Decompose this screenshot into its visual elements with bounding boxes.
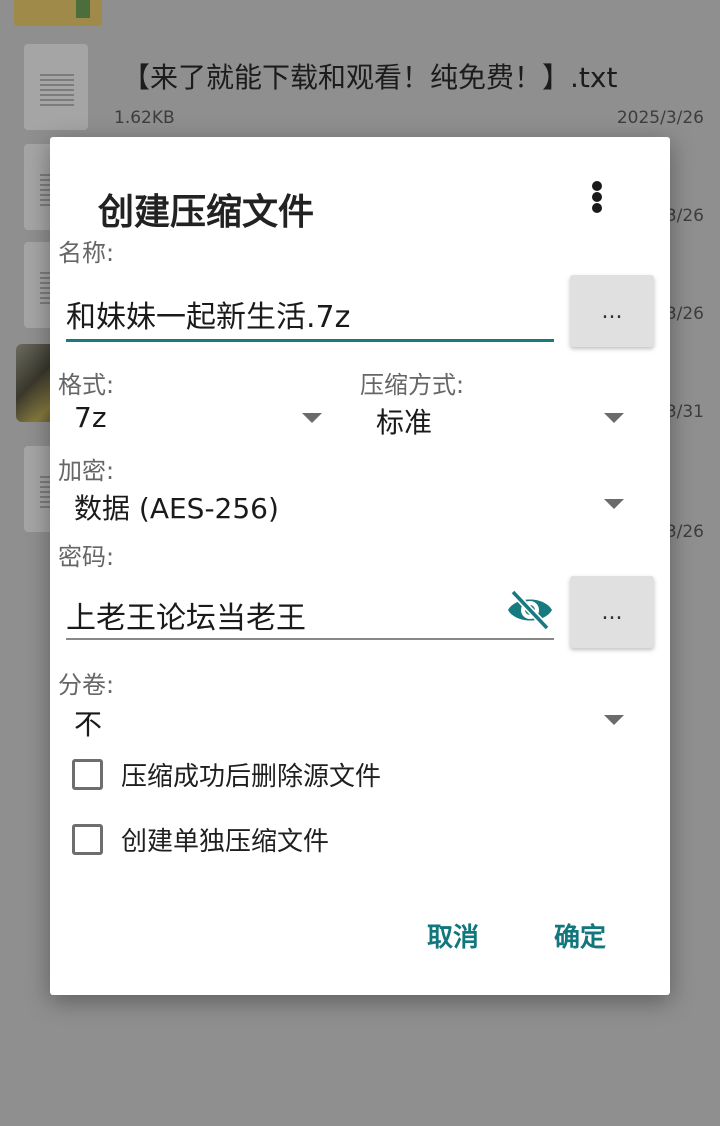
split-label: 分卷: bbox=[58, 671, 115, 699]
archive-name-input[interactable]: 和妹妹一起新生活.7z bbox=[66, 292, 350, 336]
format-label: 格式: bbox=[58, 371, 115, 399]
file-date-partial: 3/26 bbox=[665, 522, 704, 542]
password-input[interactable]: 上老王论坛当老王 bbox=[66, 593, 306, 637]
separate-archive-label: 创建单独压缩文件 bbox=[121, 826, 330, 857]
arrow-drop-down-icon bbox=[604, 715, 624, 725]
create-archive-dialog: 创建压缩文件 名称: 和妹妹一起新生活.7z ... 格式: 压缩方式: 7z … bbox=[50, 137, 670, 995]
format-value: 7z bbox=[74, 401, 107, 434]
arrow-drop-down-icon bbox=[302, 413, 322, 423]
method-value: 标准 bbox=[376, 406, 433, 439]
browse-name-button[interactable]: ... bbox=[570, 275, 654, 347]
confirm-button[interactable]: 确定 bbox=[554, 917, 606, 954]
separate-archive-checkbox[interactable] bbox=[72, 823, 103, 855]
arrow-drop-down-icon bbox=[604, 499, 624, 509]
password-label: 密码: bbox=[58, 543, 115, 571]
file-date-partial: 3/26 bbox=[665, 304, 704, 324]
password-options-button[interactable]: ... bbox=[570, 576, 654, 648]
delete-source-label: 压缩成功后删除源文件 bbox=[121, 761, 382, 792]
delete-source-checkbox[interactable] bbox=[72, 758, 103, 790]
separate-archive-checkbox-row[interactable]: 创建单独压缩文件 bbox=[72, 820, 329, 858]
cancel-button[interactable]: 取消 bbox=[427, 917, 479, 954]
file-date: 2025/3/26 bbox=[616, 108, 704, 128]
file-size: 1.62KB bbox=[114, 108, 175, 128]
split-value: 不 bbox=[74, 708, 103, 741]
folder-icon bbox=[14, 0, 102, 26]
arrow-drop-down-icon bbox=[604, 413, 624, 423]
file-name: 【来了就能下载和观看！纯免费！】.txt bbox=[122, 61, 618, 94]
dialog-title: 创建压缩文件 bbox=[98, 192, 315, 233]
visibility-off-icon[interactable] bbox=[506, 589, 554, 631]
encryption-label: 加密: bbox=[58, 457, 115, 485]
method-label: 压缩方式: bbox=[360, 371, 465, 399]
file-date-partial: 3/31 bbox=[665, 402, 704, 422]
encryption-value: 数据 (AES-256) bbox=[74, 492, 279, 525]
archive-name-underline bbox=[66, 339, 554, 342]
text-file-icon bbox=[24, 44, 88, 130]
more-vert-icon[interactable] bbox=[582, 177, 612, 217]
name-label: 名称: bbox=[58, 239, 115, 267]
delete-source-checkbox-row[interactable]: 压缩成功后删除源文件 bbox=[72, 755, 381, 793]
file-date-partial: 3/26 bbox=[665, 206, 704, 226]
password-underline bbox=[66, 638, 554, 640]
